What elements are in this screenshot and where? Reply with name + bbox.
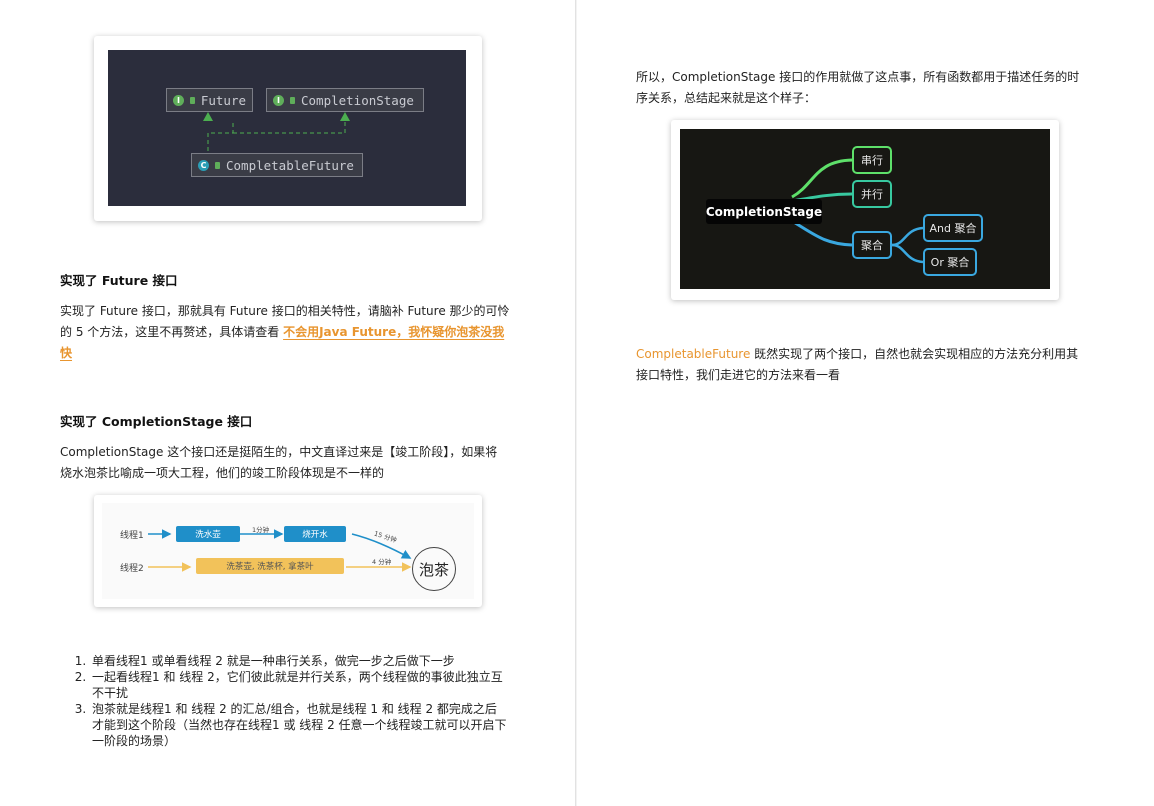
thread2-label: 线程2 [120,564,144,574]
completion-stage-label: CompletionStage [301,92,414,108]
future-paragraph-line3: 快 [60,343,530,364]
future-interface-box: I Future [166,88,253,112]
lock-icon [215,161,220,169]
mindmap-and-aggregate-node: And 聚合 [923,214,983,242]
concurrency-list: 单看线程1 或单看线程 2 就是一种串行关系，做完一步之后做下一步 一起看线程1… [60,653,560,749]
uml-figure: I Future I CompletionStage C Completable… [94,36,482,221]
completable-future-line2: 接口特性，我们走进它的方法来看一看 [636,368,841,382]
uml-diagram-panel: I Future I CompletionStage C Completable… [108,50,466,206]
time-4min: 4 分钟 [372,558,392,566]
right-page: 所以，CompletionStage 接口的作用就做了这点事，所有函数都用于描述… [577,0,1154,806]
list-item-line: 一阶段的场景） [92,734,177,748]
future-article-link[interactable]: 不会用Java Future，我怀疑你泡茶没我 [283,325,504,339]
left-page: I Future I CompletionStage C Completable… [0,0,576,806]
future-paragraph-line2-text: 的 5 个方法，这里不再赘述，具体请查看 [60,325,284,339]
completable-future-highlight: CompletableFuture [636,347,751,361]
list-item: 单看线程1 或单看线程 2 就是一种串行关系，做完一步之后做下一步 [90,653,560,669]
boil-water-step: 烧开水 [284,526,346,542]
future-article-link-cont[interactable]: 快 [60,346,72,360]
list-item-line: 不干扰 [92,686,129,700]
lock-icon [189,96,195,104]
lock-icon [290,96,295,104]
mindmap-serial-node: 串行 [852,146,892,174]
mindmap-aggregate-node: 聚合 [852,231,892,259]
tea-process-panel: 线程1 线程2 洗水壶 1分钟 烧开水 15 分钟 洗茶壶, 洗茶杯, 拿茶叶 … [102,503,474,599]
future-label: Future [200,92,246,108]
time-1min: 1分钟 [252,526,270,534]
thread2-step: 洗茶壶, 洗茶杯, 拿茶叶 [196,558,344,574]
thread1-label: 线程1 [120,531,144,541]
section-heading-completion-stage: 实现了 CompletionStage 接口 [60,414,253,429]
mindmap-root-node: CompletionStage [706,199,822,224]
section-heading-future: 实现了 Future 接口 [60,273,178,288]
class-icon: C [198,159,209,171]
mindmap-parallel-node: 并行 [852,180,892,208]
mindmap-panel: CompletionStage 串行 并行 聚合 And 聚合 Or 聚合 [680,129,1050,289]
right-intro-line2: 序关系，总结起来就是这个样子： [636,91,817,105]
completion-stage-mindmap: CompletionStage 串行 并行 聚合 And 聚合 Or 聚合 [671,120,1059,300]
completable-future-label: CompletableFuture [226,157,354,173]
completion-stage-paragraph-line2: 烧水泡茶比喻成一项大工程，他们的竣工阶段体现是不一样的 [60,466,385,480]
future-paragraph-line1: 实现了 Future 接口，那就具有 Future 接口的相关特性，请脑补 Fu… [60,304,510,318]
completion-stage-interface-box: I CompletionStage [266,88,424,112]
make-tea-result: 泡茶 [412,547,456,591]
tea-process-figure: 线程1 线程2 洗水壶 1分钟 烧开水 15 分钟 洗茶壶, 洗茶杯, 拿茶叶 … [94,495,482,607]
list-item: 一起看线程1 和 线程 2，它们彼此就是并行关系，两个线程做的事彼此独立互 不干… [90,669,560,701]
completion-stage-paragraph: CompletionStage 这个接口还是挺陌生的，中文直译过来是【竣工阶段】… [60,442,530,484]
mindmap-or-aggregate-node: Or 聚合 [923,248,977,276]
future-paragraph: 实现了 Future 接口，那就具有 Future 接口的相关特性，请脑补 Fu… [60,301,530,364]
interface-icon: I [273,94,284,106]
list-item-line: 才能到这个阶段（当然也存在线程1 或 线程 2 任意一个线程竣工就可以开启下 [92,718,507,732]
list-item: 泡茶就是线程1 和 线程 2 的汇总/组合，也就是线程 1 和 线程 2 都完成… [90,701,560,749]
interface-icon: I [173,94,184,106]
wash-kettle-step: 洗水壶 [176,526,240,542]
completion-stage-paragraph-line1: CompletionStage 这个接口还是挺陌生的，中文直译过来是【竣工阶段】… [60,445,498,459]
completable-future-line1: CompletableFuture 既然实现了两个接口，自然也就会实现相应的方法… [636,344,1106,365]
list-item-line: 泡茶就是线程1 和 线程 2 的汇总/组合，也就是线程 1 和 线程 2 都完成… [92,702,497,716]
future-paragraph-line2: 的 5 个方法，这里不再赘述，具体请查看 不会用Java Future，我怀疑你… [60,322,530,343]
uml-connectors [203,112,350,151]
completable-future-line1-text: 既然实现了两个接口，自然也就会实现相应的方法充分利用其 [750,347,1079,361]
list-item-line: 一起看线程1 和 线程 2，它们彼此就是并行关系，两个线程做的事彼此独立互 [92,670,503,684]
completable-future-paragraph: CompletableFuture 既然实现了两个接口，自然也就会实现相应的方法… [636,344,1106,386]
completable-future-class-box: C CompletableFuture [191,153,363,177]
right-intro-line1: 所以，CompletionStage 接口的作用就做了这点事，所有函数都用于描述… [636,70,1080,84]
right-intro-paragraph: 所以，CompletionStage 接口的作用就做了这点事，所有函数都用于描述… [636,67,1106,109]
list-item-line: 单看线程1 或单看线程 2 就是一种串行关系，做完一步之后做下一步 [92,654,455,668]
